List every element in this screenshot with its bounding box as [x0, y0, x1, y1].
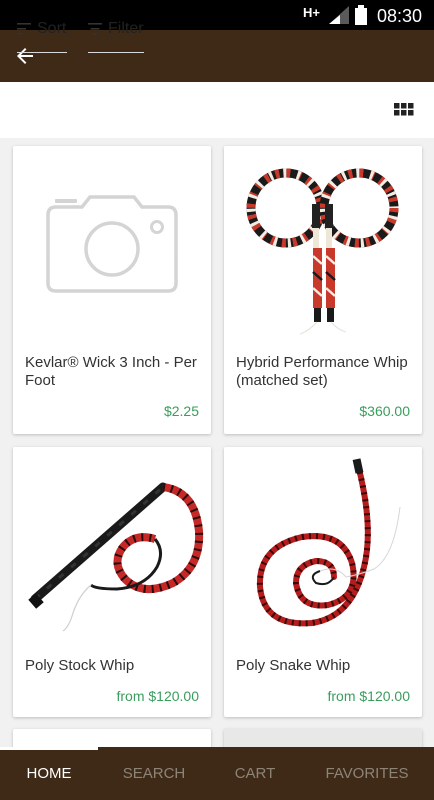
- clock: 08:30: [377, 6, 423, 26]
- nav-tab-search[interactable]: SEARCH: [103, 747, 205, 800]
- product-name: Hybrid Performance Whip (matched set): [236, 354, 408, 389]
- sort-filter-toolbar: [0, 82, 434, 138]
- product-image: [13, 146, 211, 342]
- nav-tab-cart[interactable]: CART: [210, 747, 300, 800]
- filter-button[interactable]: Filter: [88, 18, 144, 58]
- network-type: H+: [303, 5, 320, 20]
- product-name: Poly Snake Whip: [236, 657, 351, 674]
- product-price: $2.25: [163, 403, 199, 419]
- bottom-navigation: HOME SEARCH CART FAVORITES: [0, 747, 434, 800]
- product-image: [224, 447, 422, 643]
- signal-icon: [329, 6, 349, 24]
- snake-whip-photo: [256, 458, 401, 627]
- product-card[interactable]: Hybrid Performance Whip (matched set) $3…: [224, 146, 422, 434]
- battery-icon: [355, 5, 367, 25]
- sort-button[interactable]: Sort: [17, 18, 67, 58]
- product-name: Kevlar® Wick 3 Inch - Per Foot: [25, 354, 197, 389]
- product-image: [13, 447, 211, 643]
- nav-tab-home[interactable]: HOME: [0, 747, 98, 800]
- product-card[interactable]: Poly Snake Whip from $120.00: [224, 447, 422, 717]
- camera-placeholder-icon: [46, 195, 178, 293]
- stock-whip-photo: [28, 482, 204, 632]
- product-image: [224, 146, 422, 342]
- product-card[interactable]: Poly Stock Whip from $120.00: [13, 447, 211, 717]
- filter-label: Filter: [108, 20, 144, 37]
- filter-icon: [88, 23, 102, 35]
- sort-label: Sort: [37, 20, 67, 37]
- nav-tab-favorites[interactable]: FAVORITES: [312, 747, 422, 800]
- filter-underline: [88, 52, 144, 53]
- product-card[interactable]: Kevlar® Wick 3 Inch - Per Foot $2.25: [13, 146, 211, 434]
- whip-pair-photo: [246, 168, 399, 335]
- product-price: from $120.00: [327, 688, 411, 704]
- grid-view-icon[interactable]: [394, 103, 414, 123]
- product-name: Poly Stock Whip: [25, 657, 135, 674]
- product-price: $360.00: [359, 403, 410, 419]
- sort-icon: [17, 23, 31, 35]
- product-price: from $120.00: [116, 688, 200, 704]
- sort-underline: [17, 52, 67, 53]
